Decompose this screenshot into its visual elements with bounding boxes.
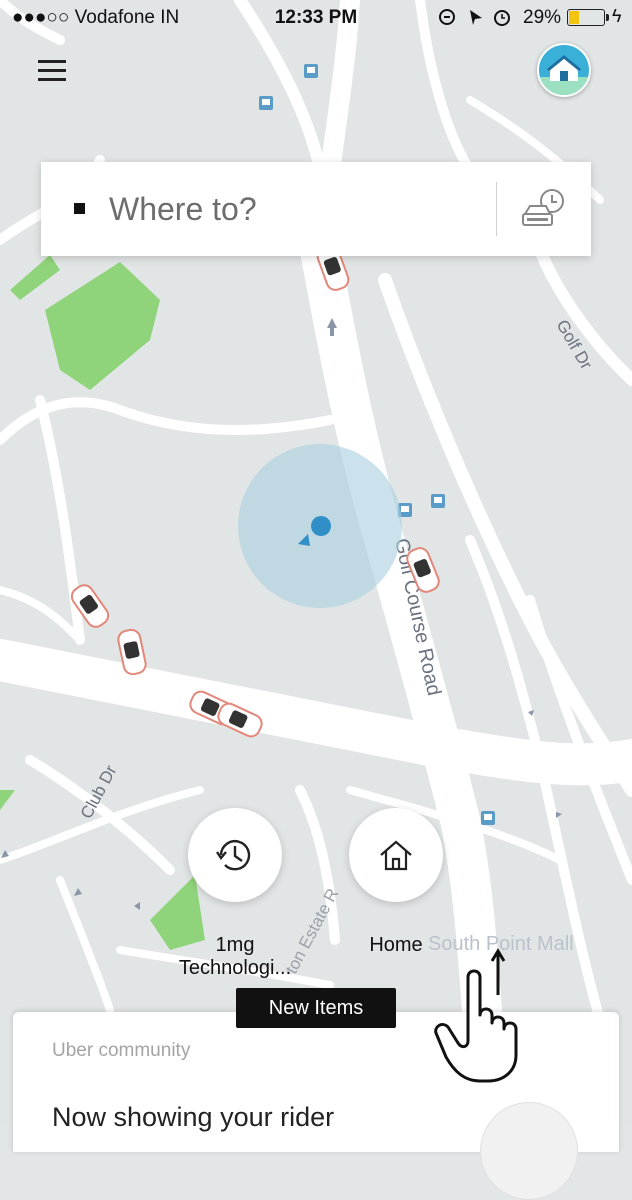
destination-square-icon	[74, 203, 85, 214]
status-bar: ●●●○○ Vodafone IN 12:33 PM 29% ϟ	[0, 0, 632, 36]
search-placeholder: Where to?	[109, 191, 257, 227]
battery-nub	[606, 14, 609, 21]
battery-icon	[567, 9, 605, 26]
status-icons	[438, 5, 518, 35]
battery-fill	[569, 11, 579, 24]
charging-icon: ϟ	[612, 6, 622, 26]
location-arrow-icon	[470, 10, 482, 25]
recent-place-label: 1mg Technologi...	[178, 934, 292, 979]
card-image	[480, 1102, 578, 1200]
home-shortcut-button[interactable]	[349, 808, 443, 902]
home-icon	[380, 840, 412, 871]
search-divider	[496, 182, 497, 236]
car-clock-schedule-icon[interactable]	[519, 186, 569, 232]
card-headline: Now showing your rider	[52, 1102, 335, 1132]
current-location-dot	[311, 516, 331, 536]
where-to-search-bar[interactable]: Where to?	[41, 162, 591, 256]
hamburger-menu-icon[interactable]	[38, 60, 72, 82]
battery-percent: 29%	[523, 7, 562, 28]
history-clock-icon	[216, 840, 251, 871]
swipe-up-hand-icon	[434, 948, 518, 1083]
card-eyebrow: Uber community	[52, 1040, 191, 1061]
home-house-avatar-icon[interactable]	[537, 43, 591, 97]
new-items-button[interactable]: New Items	[236, 988, 396, 1028]
recent-place-button[interactable]	[188, 808, 282, 902]
